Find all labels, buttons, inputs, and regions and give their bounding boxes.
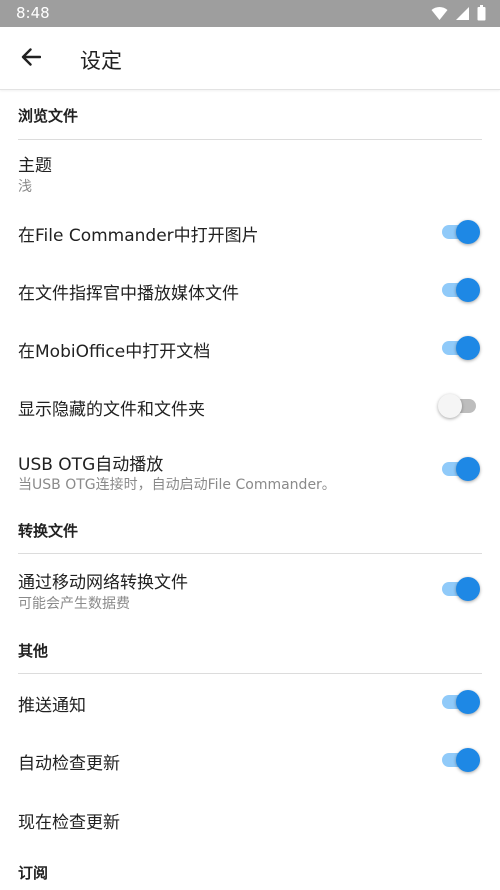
open-docs-setting[interactable]: 在MobiOffice中打开文档 [0, 321, 500, 376]
open-images-setting[interactable]: 在File Commander中打开图片 [0, 205, 500, 260]
auto-update-toggle[interactable] [438, 748, 480, 772]
mobile-convert-description: 可能会产生数据费 [18, 596, 130, 612]
app-bar: 设定 [0, 27, 500, 90]
battery-icon [477, 5, 486, 25]
usb-otg-toggle[interactable] [438, 457, 480, 481]
open-docs-toggle[interactable] [438, 336, 480, 360]
check-now-setting[interactable]: 现在检查更新 [0, 791, 500, 846]
show-hidden-toggle[interactable] [438, 394, 480, 418]
open-docs-title: 在MobiOffice中打开文档 [18, 342, 211, 362]
arrow-back-icon [21, 48, 42, 70]
open-images-toggle[interactable] [438, 220, 480, 244]
divider [18, 673, 482, 674]
back-button[interactable] [14, 43, 48, 75]
auto-update-title: 自动检查更新 [18, 754, 120, 774]
section-header-other: 其他 [18, 642, 49, 660]
section-header-subscribe: 订阅 [18, 864, 49, 882]
play-media-title: 在文件指挥官中播放媒体文件 [18, 284, 239, 304]
usb-otg-title: USB OTG自动播放 [18, 455, 164, 475]
theme-setting[interactable]: 主题 浅 [0, 145, 500, 205]
wifi-icon [431, 6, 448, 25]
mobile-convert-title: 通过移动网络转换文件 [18, 573, 188, 593]
mobile-convert-setting[interactable]: 通过移动网络转换文件 可能会产生数据费 [0, 560, 500, 620]
mobile-convert-toggle[interactable] [438, 577, 480, 601]
push-notifications-title: 推送通知 [18, 696, 86, 716]
status-bar: 8:48 [0, 0, 500, 27]
theme-value: 浅 [18, 179, 32, 195]
section-header-convert: 转换文件 [18, 522, 79, 540]
theme-title: 主题 [18, 156, 52, 176]
auto-update-setting[interactable]: 自动检查更新 [0, 733, 500, 788]
signal-icon [455, 6, 470, 25]
open-images-title: 在File Commander中打开图片 [18, 226, 259, 246]
status-icons [431, 5, 486, 25]
show-hidden-title: 显示隐藏的文件和文件夹 [18, 400, 205, 420]
divider [18, 553, 482, 554]
divider [18, 139, 482, 140]
play-media-setting[interactable]: 在文件指挥官中播放媒体文件 [0, 263, 500, 318]
usb-otg-setting[interactable]: USB OTG自动播放 当USB OTG连接时，自动启动File Command… [0, 440, 500, 500]
push-notifications-setting[interactable]: 推送通知 [0, 675, 500, 730]
play-media-toggle[interactable] [438, 278, 480, 302]
status-time: 8:48 [16, 4, 50, 22]
push-notifications-toggle[interactable] [438, 690, 480, 714]
check-now-title: 现在检查更新 [18, 813, 120, 833]
page-title: 设定 [80, 49, 122, 73]
usb-otg-description: 当USB OTG连接时，自动启动File Commander。 [18, 477, 336, 493]
section-header-browse: 浏览文件 [18, 107, 79, 125]
show-hidden-setting[interactable]: 显示隐藏的文件和文件夹 [0, 379, 500, 434]
